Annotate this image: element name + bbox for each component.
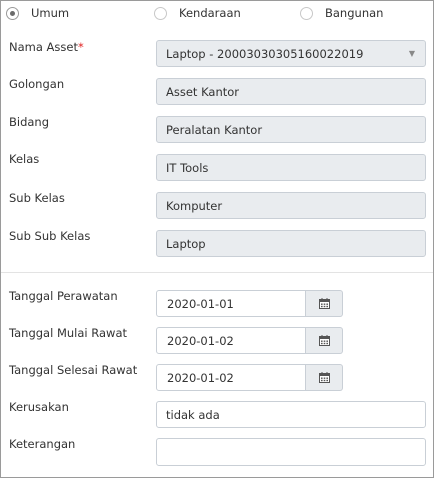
radio-kendaraan-circle[interactable] (154, 6, 167, 20)
asset-type-radio-group: Umum Kendaraan Bangunan (0, 4, 436, 22)
section-divider (1, 272, 433, 273)
nama-asset-value: Laptop - 20003030305160022019 (166, 46, 364, 61)
required-marker: * (78, 40, 84, 54)
radio-bangunan[interactable]: Bangunan (300, 4, 383, 22)
kerusakan-value: tidak ada (166, 407, 220, 422)
bidang-field: Peralatan Kantor (156, 116, 426, 143)
calendar-icon (318, 335, 330, 346)
tanggal-selesai-rawat-calendar-button[interactable] (306, 364, 343, 391)
radio-umum-label: Umum (31, 6, 70, 20)
bidang-value: Peralatan Kantor (166, 122, 263, 137)
kelas-value: IT Tools (166, 160, 209, 175)
golongan-label: Golongan (9, 77, 65, 91)
kerusakan-label: Kerusakan (9, 400, 69, 414)
nama-asset-select[interactable]: Laptop - 20003030305160022019 ▼ (156, 40, 426, 67)
nama-asset-label: Nama Asset* (9, 40, 84, 54)
tanggal-selesai-rawat-label: Tanggal Selesai Rawat (9, 363, 138, 377)
radio-kendaraan-label: Kendaraan (179, 6, 241, 20)
nama-asset-label-text: Nama Asset (9, 40, 78, 54)
radio-kendaraan[interactable]: Kendaraan (154, 4, 241, 22)
radio-umum-circle[interactable] (6, 6, 19, 20)
tanggal-mulai-rawat-label: Tanggal Mulai Rawat (9, 326, 128, 340)
sub-kelas-field: Komputer (156, 192, 426, 219)
radio-bangunan-label: Bangunan (325, 6, 384, 20)
tanggal-selesai-rawat-picker: 2020-01-02 (156, 364, 343, 391)
bidang-label: Bidang (9, 115, 50, 129)
tanggal-mulai-rawat-picker: 2020-01-02 (156, 327, 343, 354)
chevron-down-icon: ▼ (408, 49, 415, 58)
keterangan-label: Keterangan (9, 437, 76, 451)
tanggal-mulai-rawat-calendar-button[interactable] (306, 327, 343, 354)
kelas-label: Kelas (9, 152, 40, 166)
keterangan-input[interactable] (156, 438, 426, 466)
radio-umum[interactable]: Umum (6, 4, 69, 22)
golongan-value: Asset Kantor (166, 84, 240, 99)
tanggal-mulai-rawat-input[interactable]: 2020-01-02 (156, 327, 306, 354)
kelas-field: IT Tools (156, 154, 426, 181)
tanggal-perawatan-picker: 2020-01-01 (156, 290, 343, 317)
sub-sub-kelas-value: Laptop (166, 236, 206, 251)
sub-sub-kelas-field: Laptop (156, 230, 426, 257)
radio-bangunan-circle[interactable] (300, 6, 313, 20)
tanggal-perawatan-calendar-button[interactable] (306, 290, 343, 317)
sub-sub-kelas-label: Sub Sub Kelas (9, 229, 91, 243)
calendar-icon (318, 298, 330, 309)
sub-kelas-label: Sub Kelas (9, 191, 65, 205)
sub-kelas-value: Komputer (166, 198, 223, 213)
tanggal-perawatan-input[interactable]: 2020-01-01 (156, 290, 306, 317)
golongan-field: Asset Kantor (156, 78, 426, 105)
tanggal-perawatan-label: Tanggal Perawatan (9, 289, 118, 303)
calendar-icon (318, 372, 330, 383)
kerusakan-input[interactable]: tidak ada (156, 401, 426, 428)
tanggal-selesai-rawat-input[interactable]: 2020-01-02 (156, 364, 306, 391)
